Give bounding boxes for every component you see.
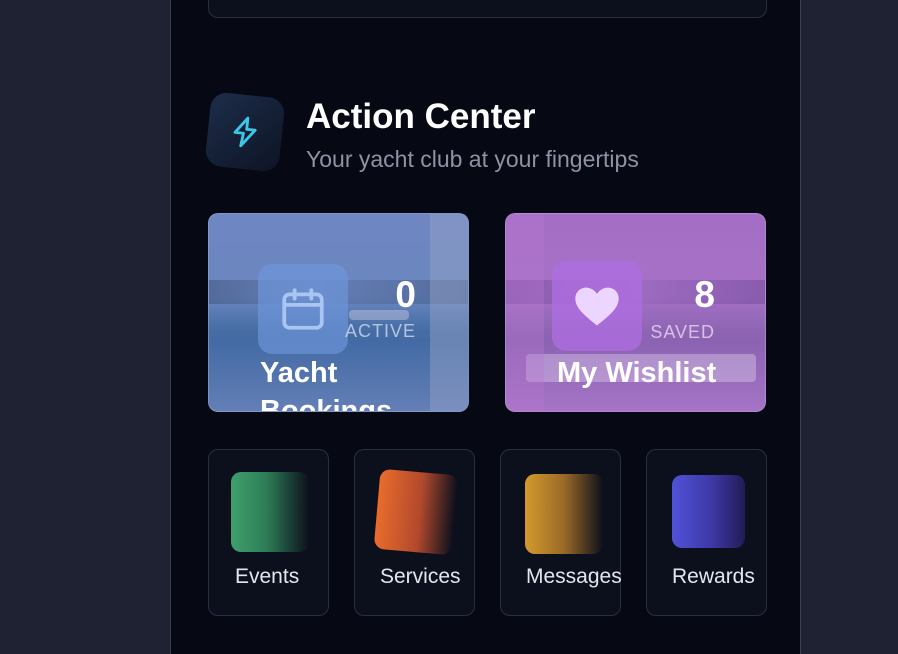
messages-button[interactable]: Messages xyxy=(500,449,622,616)
wishlist-status: SAVED xyxy=(650,322,715,342)
action-center-header: Action Center Your yacht club at your fi… xyxy=(204,91,768,175)
wishlist-title: My Wishlist xyxy=(557,357,717,389)
bookings-title: Yacht Bookings xyxy=(260,357,393,412)
wishlist-count: 8 xyxy=(694,274,715,315)
events-label: Events xyxy=(235,565,300,588)
messages-label: Messages xyxy=(526,565,622,588)
previous-section-card[interactable] xyxy=(208,0,767,18)
section-title: Action Center xyxy=(306,97,536,136)
bookings-count: 0 xyxy=(395,274,416,315)
yacht-bookings-card[interactable]: 0 ACTIVE Yacht Bookings xyxy=(208,213,469,412)
rewards-icon xyxy=(672,475,745,548)
app-screen: Action Center Your yacht club at your fi… xyxy=(170,0,801,654)
heart-icon xyxy=(552,261,642,351)
services-label: Services xyxy=(380,565,461,588)
rewards-label: Rewards xyxy=(672,565,755,588)
section-subtitle: Your yacht club at your fingertips xyxy=(306,146,639,172)
events-icon xyxy=(231,472,309,552)
messages-icon xyxy=(525,474,603,554)
my-wishlist-card[interactable]: 8 SAVED My Wishlist xyxy=(505,213,766,412)
services-button[interactable]: Services xyxy=(354,449,475,616)
services-icon xyxy=(373,468,459,556)
bookings-status: ACTIVE xyxy=(344,321,416,341)
lightning-bolt-icon xyxy=(204,91,286,173)
events-button[interactable]: Events xyxy=(208,449,329,616)
calendar-icon xyxy=(258,264,348,354)
rewards-button[interactable]: Rewards xyxy=(646,449,767,616)
